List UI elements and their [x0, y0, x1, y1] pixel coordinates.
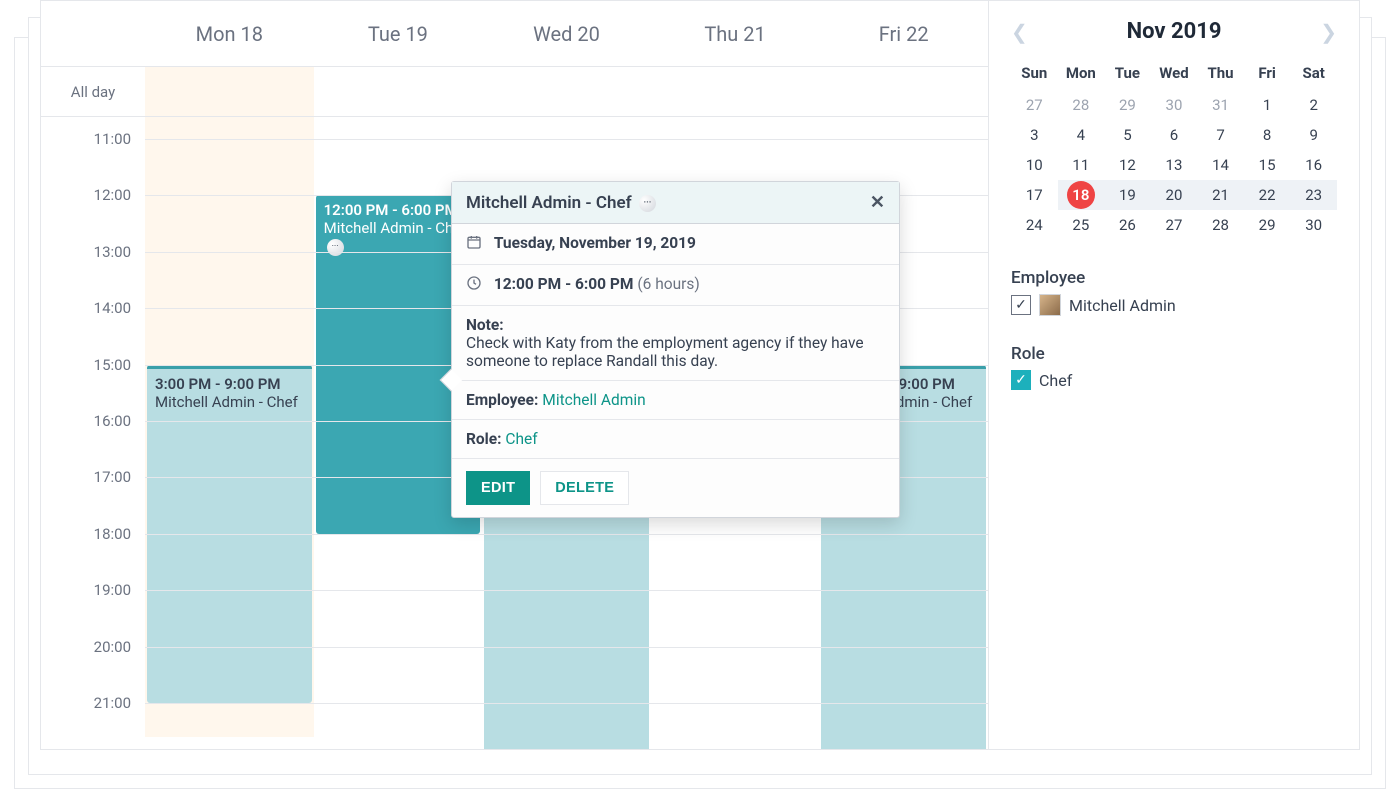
mini-day-21[interactable]: 21 — [1197, 180, 1244, 210]
time-label-1600: 16:00 — [94, 412, 131, 430]
mini-day-28[interactable]: 28 — [1058, 90, 1105, 120]
next-month-icon[interactable]: ❯ — [1320, 20, 1337, 44]
note-icon: ··· — [639, 195, 656, 212]
mini-day-11[interactable]: 11 — [1058, 150, 1105, 180]
mini-day-4[interactable]: 4 — [1058, 120, 1105, 150]
mini-day-19[interactable]: 19 — [1104, 180, 1151, 210]
mini-day-27[interactable]: 27 — [1011, 90, 1058, 120]
mini-day-23[interactable]: 23 — [1290, 180, 1337, 210]
mini-dow-wed: Wed — [1151, 60, 1198, 90]
calendar-icon — [466, 234, 482, 254]
mini-day-6[interactable]: 6 — [1151, 120, 1198, 150]
employee-checkbox[interactable]: ✓ — [1011, 295, 1031, 315]
day-header-3[interactable]: Thu 21 — [651, 22, 820, 46]
day-header-4[interactable]: Fri 22 — [819, 22, 988, 46]
mini-day-24[interactable]: 24 — [1011, 210, 1058, 240]
mini-day-9[interactable]: 9 — [1290, 120, 1337, 150]
role-link[interactable]: Chef — [505, 430, 537, 448]
time-label-1700: 17:00 — [94, 468, 131, 486]
mini-day-22[interactable]: 22 — [1244, 180, 1291, 210]
mini-day-15[interactable]: 15 — [1244, 150, 1291, 180]
avatar — [1039, 294, 1061, 316]
mini-calendar-title: Nov 2019 — [1127, 19, 1222, 44]
mini-day-1[interactable]: 1 — [1244, 90, 1291, 120]
role-name: Chef — [1039, 371, 1072, 390]
close-icon[interactable]: ✕ — [870, 192, 885, 213]
mini-day-30[interactable]: 30 — [1290, 210, 1337, 240]
time-label-1300: 13:00 — [94, 243, 131, 261]
mini-day-5[interactable]: 5 — [1104, 120, 1151, 150]
role-checkbox[interactable]: ✓ — [1011, 370, 1031, 390]
allday-col-fri[interactable] — [819, 67, 988, 116]
mini-day-12[interactable]: 12 — [1104, 150, 1151, 180]
allday-col-mon[interactable] — [145, 67, 314, 116]
mini-day-30[interactable]: 30 — [1151, 90, 1198, 120]
mini-day-26[interactable]: 26 — [1104, 210, 1151, 240]
day-header-0[interactable]: Mon 18 — [145, 22, 314, 46]
filter-employee-label: Employee — [1011, 268, 1337, 288]
filter-employee: Employee ✓ Mitchell Admin — [1011, 268, 1337, 316]
mini-dow-thu: Thu — [1197, 60, 1244, 90]
mini-day-10[interactable]: 10 — [1011, 150, 1058, 180]
time-label-1200: 12:00 — [94, 186, 131, 204]
day-header-row: Mon 18Tue 19Wed 20Thu 21Fri 22 — [41, 1, 988, 67]
mini-calendar-header: ❮ Nov 2019 ❯ — [1011, 19, 1337, 44]
popover-role-row: Role: Chef — [452, 420, 899, 458]
mini-day-16[interactable]: 16 — [1290, 150, 1337, 180]
mini-day-29[interactable]: 29 — [1104, 90, 1151, 120]
sidebar: ❮ Nov 2019 ❯ SunMonTueWedThuFriSat 27282… — [989, 1, 1359, 749]
day-header-2[interactable]: Wed 20 — [482, 22, 651, 46]
time-label-2000: 20:00 — [94, 638, 131, 656]
allday-row: All day — [41, 67, 988, 117]
mini-day-3[interactable]: 3 — [1011, 120, 1058, 150]
time-label-2100: 21:00 — [94, 694, 131, 712]
filter-role-label: Role — [1011, 344, 1337, 364]
mini-day-7[interactable]: 7 — [1197, 120, 1244, 150]
mini-day-2[interactable]: 2 — [1290, 90, 1337, 120]
mini-day-20[interactable]: 20 — [1151, 180, 1198, 210]
delete-button[interactable]: DELETE — [540, 471, 629, 505]
mini-dow-sun: Sun — [1011, 60, 1058, 90]
mini-day-13[interactable]: 13 — [1151, 150, 1198, 180]
allday-label: All day — [41, 83, 145, 101]
mini-day-25[interactable]: 25 — [1058, 210, 1105, 240]
event-popover: Mitchell Admin - Chef ··· ✕ Tuesday, Nov… — [451, 181, 900, 518]
note-icon: ··· — [327, 239, 344, 256]
calendar-event-0[interactable]: 3:00 PM - 9:00 PMMitchell Admin - Chef — [147, 365, 312, 703]
popover-title: Mitchell Admin - Chef ··· — [466, 193, 656, 213]
mini-day-29[interactable]: 29 — [1244, 210, 1291, 240]
edit-button[interactable]: EDIT — [466, 471, 530, 505]
mini-dow-tue: Tue — [1104, 60, 1151, 90]
mini-dow-mon: Mon — [1058, 60, 1105, 90]
popover-employee-row: Employee: Mitchell Admin — [452, 381, 899, 420]
mini-day-17[interactable]: 17 — [1011, 180, 1058, 210]
popover-note-row: Note: Check with Katy from the employmen… — [452, 306, 899, 381]
time-label-1400: 14:00 — [94, 299, 131, 317]
filter-role: Role ✓ Chef — [1011, 344, 1337, 390]
mini-day-8[interactable]: 8 — [1244, 120, 1291, 150]
employee-link[interactable]: Mitchell Admin — [542, 391, 645, 409]
time-label-1800: 18:00 — [94, 525, 131, 543]
mini-day-18[interactable]: 18 — [1058, 180, 1105, 210]
mini-day-31[interactable]: 31 — [1197, 90, 1244, 120]
day-col-mon[interactable]: 3:00 PM - 9:00 PMMitchell Admin - Chef — [145, 117, 314, 737]
prev-month-icon[interactable]: ❮ — [1011, 20, 1028, 44]
time-label-1500: 15:00 — [94, 356, 131, 374]
mini-day-28[interactable]: 28 — [1197, 210, 1244, 240]
mini-dow-fri: Fri — [1244, 60, 1291, 90]
mini-dow-sat: Sat — [1290, 60, 1337, 90]
mini-day-27[interactable]: 27 — [1151, 210, 1198, 240]
mini-day-14[interactable]: 14 — [1197, 150, 1244, 180]
allday-col-wed[interactable] — [482, 67, 651, 116]
time-label-1100: 11:00 — [94, 130, 131, 148]
clock-icon — [466, 275, 482, 295]
allday-col-tue[interactable] — [314, 67, 483, 116]
employee-name: Mitchell Admin — [1069, 296, 1176, 315]
allday-col-thu[interactable] — [651, 67, 820, 116]
time-label-1900: 19:00 — [94, 581, 131, 599]
popover-time-row: 12:00 PM - 6:00 PM (6 hours) — [452, 265, 899, 306]
mini-calendar: SunMonTueWedThuFriSat 272829303112345678… — [1011, 60, 1337, 240]
day-header-1[interactable]: Tue 19 — [314, 22, 483, 46]
popover-date-row: Tuesday, November 19, 2019 — [452, 224, 899, 265]
